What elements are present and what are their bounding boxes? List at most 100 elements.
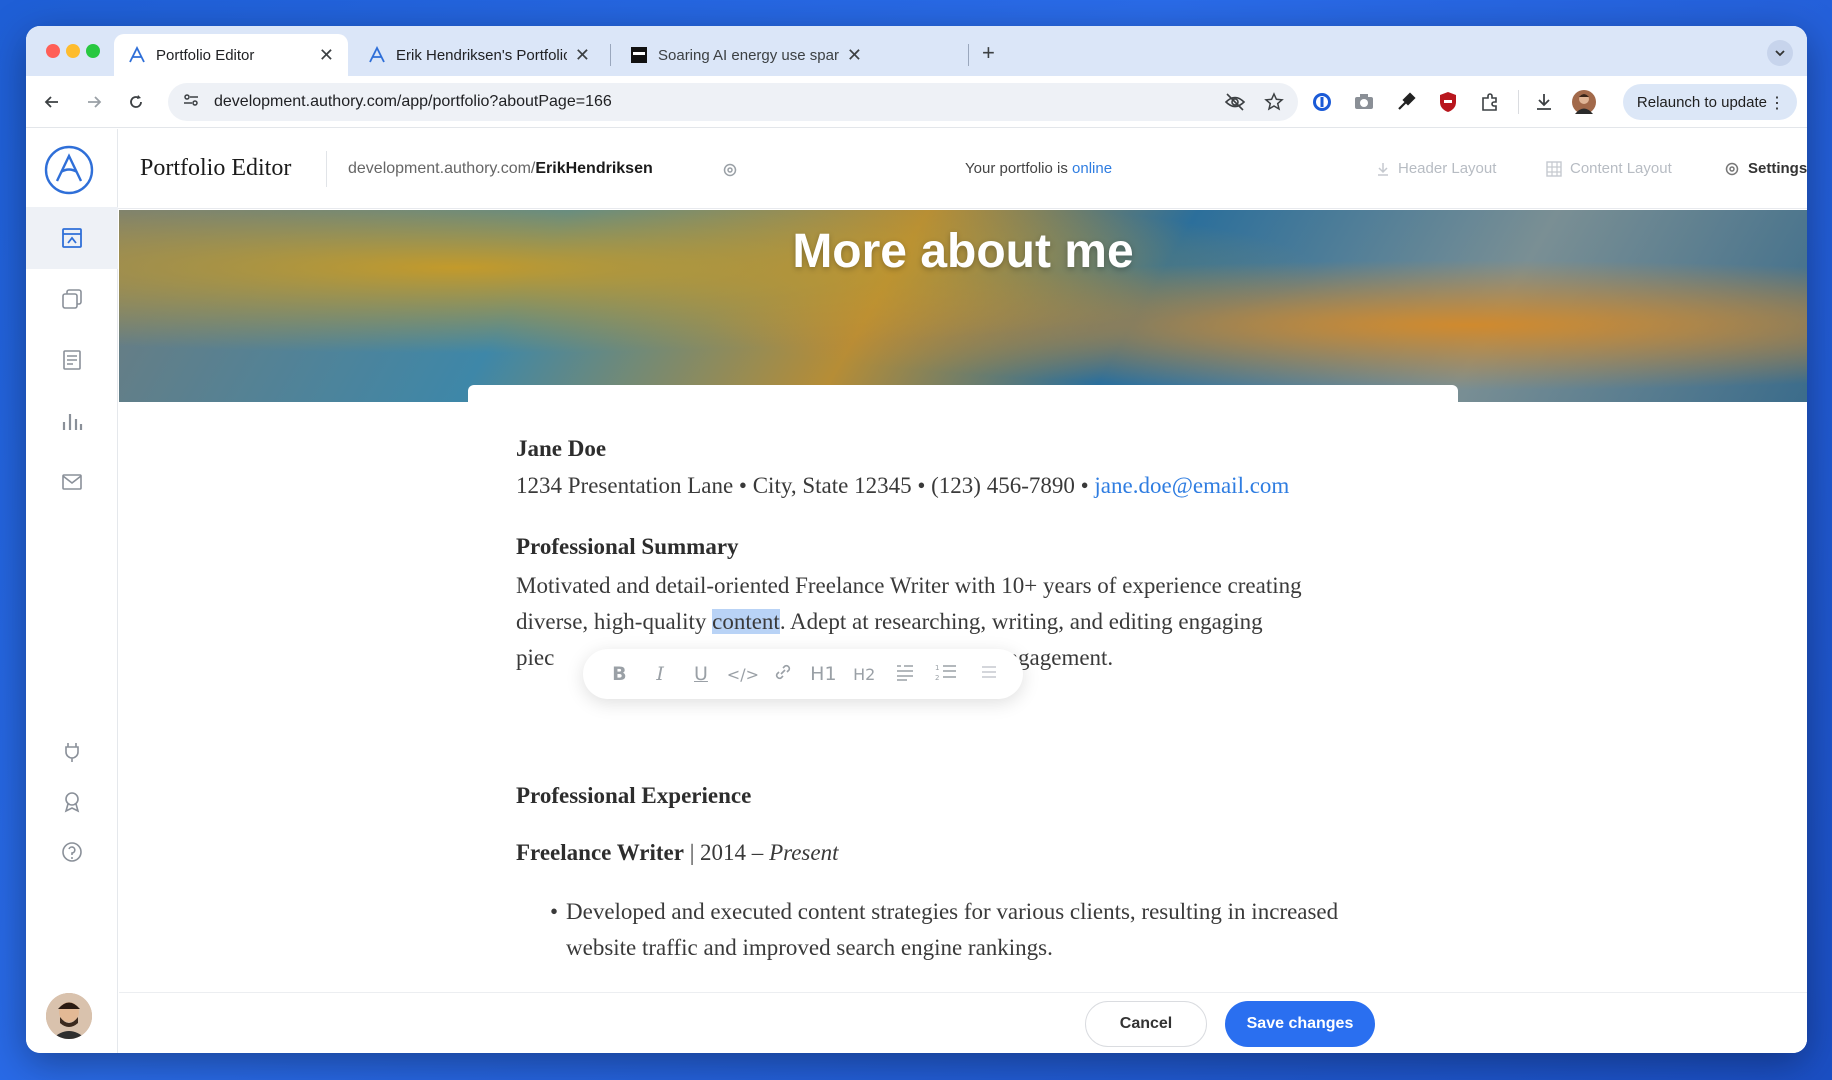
- bullet-dot: •: [550, 899, 559, 924]
- ordered-list-icon: 12: [935, 664, 956, 682]
- sidebar-item-collections[interactable]: [26, 268, 118, 330]
- more-menu-icon[interactable]: ⋮: [1769, 93, 1785, 113]
- minimize-window-button[interactable]: [66, 44, 80, 58]
- sidebar-item-portfolio[interactable]: [26, 207, 118, 269]
- experience-heading[interactable]: Professional Experience: [516, 783, 751, 809]
- relaunch-label: Relaunch to update: [1636, 93, 1767, 111]
- browser-window: Portfolio Editor ✕ Erik Hendriksen's Por…: [26, 26, 1807, 1053]
- quote-icon: [896, 664, 913, 681]
- list-item[interactable]: • Developed and executed content strategi…: [550, 894, 1386, 966]
- maximize-window-button[interactable]: [86, 44, 100, 58]
- forward-icon[interactable]: [80, 88, 108, 116]
- reload-icon[interactable]: [122, 88, 150, 116]
- selected-text[interactable]: content: [712, 609, 780, 634]
- sidebar-item-content[interactable]: [26, 329, 118, 391]
- camera-icon[interactable]: [1352, 90, 1376, 114]
- ordered-list-button[interactable]: 12: [931, 662, 961, 687]
- tab-title: Portfolio Editor: [156, 46, 255, 64]
- profile-avatar-icon[interactable]: [1572, 90, 1596, 114]
- help-icon: [62, 842, 82, 862]
- shield-extension-icon[interactable]: [1436, 90, 1460, 114]
- tab-strip: Portfolio Editor ✕ Erik Hendriksen's Por…: [26, 26, 1807, 76]
- banner-title[interactable]: More about me: [119, 224, 1807, 279]
- relaunch-button[interactable]: Relaunch to update ⋮: [1622, 84, 1797, 120]
- portfolio-url-domain: development.authory.com/: [348, 160, 536, 177]
- tab-title: Erik Hendriksen's Portfolio: [396, 46, 567, 64]
- email-link[interactable]: jane.doe@email.com: [1094, 473, 1289, 498]
- settings-label: Settings: [1748, 160, 1807, 177]
- app-header: Portfolio Editor development.authory.com…: [118, 129, 1807, 209]
- back-icon[interactable]: [38, 88, 66, 116]
- tab-erik-portfolio[interactable]: Erik Hendriksen's Portfolio ✕: [354, 34, 604, 76]
- job-period: | 2014 –: [683, 840, 770, 865]
- save-changes-button[interactable]: Save changes: [1225, 1001, 1375, 1047]
- underline-button[interactable]: U: [686, 663, 716, 685]
- authory-icon: [128, 46, 146, 64]
- sidebar-item-help[interactable]: [26, 821, 118, 883]
- portfolio-url-user: ErikHendriksen: [535, 160, 653, 177]
- format-toolbar: B I U </> H1 H2 12: [583, 649, 1023, 699]
- eyedropper-icon[interactable]: [1394, 90, 1418, 114]
- close-tab-icon[interactable]: ✕: [319, 45, 334, 66]
- blockquote-button[interactable]: [890, 662, 920, 687]
- settings-button[interactable]: Settings: [1724, 160, 1807, 177]
- header-layout-button[interactable]: Header Layout: [1376, 160, 1496, 177]
- portfolio-status: Your portfolio is online: [965, 160, 1112, 177]
- header-layout-label: Header Layout: [1398, 160, 1497, 177]
- resume-contact[interactable]: 1234 Presentation Lane • City, State 123…: [516, 473, 1289, 499]
- editor-footer: Cancel Save changes: [119, 992, 1807, 1053]
- code-button[interactable]: </>: [727, 665, 759, 684]
- summary-line: . Adept at researching, writing, and edi…: [779, 609, 1263, 634]
- heading1-button[interactable]: H1: [808, 663, 838, 685]
- cancel-button[interactable]: Cancel: [1085, 1001, 1207, 1047]
- plug-icon: [65, 743, 79, 762]
- sidebar-item-analytics[interactable]: [26, 390, 118, 452]
- svg-text:2: 2: [935, 674, 939, 682]
- status-prefix: Your portfolio is: [965, 160, 1073, 177]
- bar-chart-icon: [62, 414, 83, 430]
- summary-line: piec: [516, 645, 555, 670]
- italic-button[interactable]: I: [645, 663, 675, 685]
- resume-name[interactable]: Jane Doe: [516, 436, 606, 462]
- gear-icon[interactable]: [722, 162, 738, 183]
- cover-banner[interactable]: More about me: [119, 210, 1807, 402]
- tab-title: Soaring AI energy use sparks: [658, 46, 839, 64]
- bullet-list-button[interactable]: [972, 662, 1002, 687]
- award-icon: [64, 792, 80, 813]
- link-button[interactable]: [768, 662, 798, 687]
- tab-portfolio-editor[interactable]: Portfolio Editor ✕: [114, 34, 348, 76]
- extensions-puzzle-icon[interactable]: [1478, 90, 1502, 114]
- bookmark-star-icon[interactable]: [1264, 92, 1284, 117]
- page-title: Portfolio Editor: [140, 155, 292, 181]
- portfolio-url[interactable]: development.authory.com/ErikHendriksen: [348, 160, 653, 178]
- new-tab-icon[interactable]: +: [982, 40, 995, 66]
- grid-icon: [1546, 160, 1562, 177]
- close-tab-icon[interactable]: ✕: [847, 45, 862, 66]
- news-site-icon: [630, 46, 648, 64]
- tab-news-article[interactable]: Soaring AI energy use sparks ✕: [616, 34, 876, 76]
- content-layout-button[interactable]: Content Layout: [1546, 160, 1672, 177]
- password-manager-icon[interactable]: [1310, 90, 1334, 114]
- eye-off-icon[interactable]: [1224, 92, 1246, 117]
- editor-content: More about me Jane Doe 1234 Presentation…: [119, 210, 1807, 1053]
- bold-button[interactable]: B: [604, 663, 634, 685]
- document-icon: [63, 350, 81, 370]
- tab-separator: [968, 44, 969, 66]
- close-tab-icon[interactable]: ✕: [575, 45, 590, 66]
- authory-logo[interactable]: [44, 145, 94, 195]
- header-divider: [326, 151, 327, 187]
- job-entry[interactable]: Freelance Writer | 2014 – Present: [516, 840, 838, 866]
- toolbar-divider: [1518, 90, 1519, 114]
- url-text: development.authory.com/app/portfolio?ab…: [214, 93, 612, 110]
- address-bar[interactable]: development.authory.com/app/portfolio?ab…: [168, 83, 1298, 121]
- sidebar-item-newsletter[interactable]: [26, 451, 118, 513]
- user-avatar[interactable]: [46, 993, 92, 1039]
- portfolio-icon: [62, 228, 82, 248]
- site-settings-icon[interactable]: [182, 91, 200, 114]
- tab-separator: [610, 44, 611, 66]
- summary-heading[interactable]: Professional Summary: [516, 534, 739, 560]
- tab-search-icon[interactable]: [1767, 40, 1793, 66]
- download-icon[interactable]: [1532, 90, 1556, 114]
- heading2-button[interactable]: H2: [849, 665, 879, 684]
- close-window-button[interactable]: [46, 44, 60, 58]
